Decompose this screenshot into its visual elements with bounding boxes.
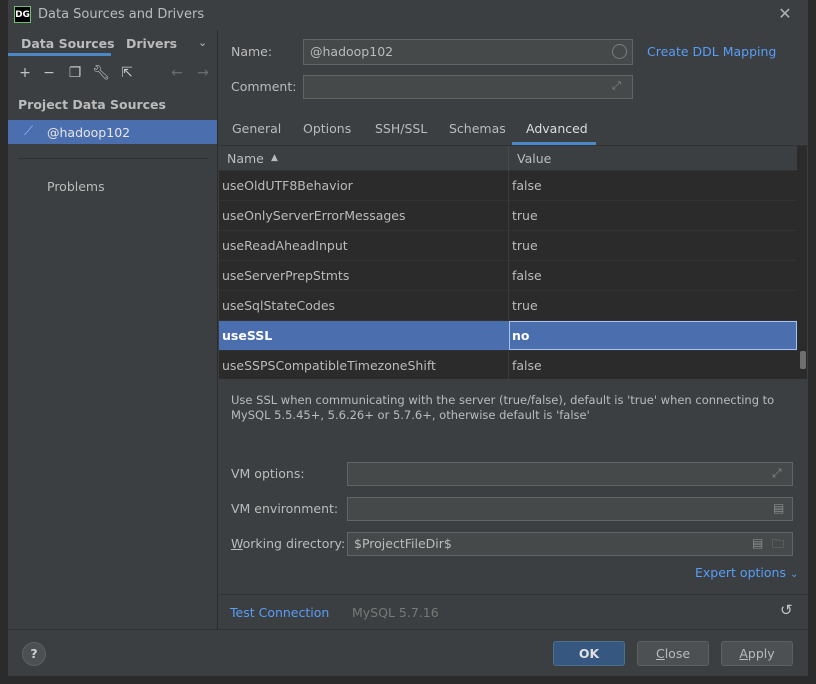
property-value[interactable]: false xyxy=(512,178,542,193)
tab-advanced[interactable]: Advanced xyxy=(526,121,588,136)
document-icon[interactable]: ▤ xyxy=(752,536,763,550)
close-icon[interactable]: ✕ xyxy=(776,5,794,23)
comment-label: Comment: xyxy=(231,79,297,94)
app-icon: DG xyxy=(14,6,31,23)
document-icon[interactable]: ▤ xyxy=(773,501,784,515)
property-name: useOnlyServerErrorMessages xyxy=(222,208,406,223)
table-row[interactable]: useOnlyServerErrorMessages true xyxy=(219,201,797,231)
table-row[interactable]: useServerPrepStmts false xyxy=(219,261,797,291)
add-icon[interactable]: + xyxy=(16,64,34,82)
revert-icon[interactable]: ↺ xyxy=(780,601,793,619)
folder-icon[interactable]: 🗀︎ xyxy=(772,535,784,556)
expand-icon[interactable]: ⤢ xyxy=(612,79,621,93)
chevron-down-icon: ⌄ xyxy=(789,569,799,580)
remove-icon[interactable]: − xyxy=(40,64,58,82)
driver-version: MySQL 5.7.16 xyxy=(352,605,439,620)
chevron-down-icon[interactable]: ⌄ xyxy=(198,36,207,49)
working-directory-input[interactable]: $ProjectFileDir$ xyxy=(347,532,793,556)
forward-arrow-icon[interactable]: → xyxy=(194,64,212,82)
tab-general[interactable]: General xyxy=(232,121,281,136)
vm-environment-label: VM environment: xyxy=(231,501,339,516)
background-edge xyxy=(0,0,8,684)
property-value[interactable]: false xyxy=(512,358,542,373)
table-row[interactable]: useSqlStateCodes true xyxy=(219,291,797,321)
mysql-icon: ⟋ xyxy=(24,124,34,139)
help-button[interactable]: ? xyxy=(22,642,46,666)
property-value[interactable]: false xyxy=(512,268,542,283)
vm-options-input[interactable] xyxy=(347,462,793,486)
wrench-icon[interactable]: 🔧︎ xyxy=(92,64,110,82)
export-icon[interactable]: ⇱ xyxy=(118,64,136,82)
title-bar: DG Data Sources and Drivers ✕ xyxy=(0,0,816,30)
tab-ssh-ssl[interactable]: SSH/SSL xyxy=(375,121,427,136)
working-directory-label: Working directory: xyxy=(231,536,346,551)
tab-options[interactable]: Options xyxy=(303,121,351,136)
expert-options-link[interactable]: Expert options ⌄ xyxy=(695,565,798,580)
close-button[interactable]: Close xyxy=(637,641,709,666)
scrollbar-thumb[interactable] xyxy=(800,351,806,369)
property-name: useServerPrepStmts xyxy=(222,268,350,283)
background-edge xyxy=(0,676,816,684)
test-connection-link[interactable]: Test Connection xyxy=(230,605,329,620)
vm-environment-input[interactable] xyxy=(347,497,793,521)
name-input[interactable]: @hadoop102 xyxy=(303,39,633,65)
create-ddl-mapping-link[interactable]: Create DDL Mapping xyxy=(647,44,776,59)
vm-options-label: VM options: xyxy=(231,466,305,481)
table-row[interactable]: useSSPSCompatibleTimezoneShift false xyxy=(219,351,797,379)
apply-button[interactable]: Apply xyxy=(721,641,793,666)
table-row[interactable]: useReadAheadInput true xyxy=(219,231,797,261)
column-header-value[interactable]: Value xyxy=(517,151,551,166)
property-description: Use SSL when communicating with the serv… xyxy=(231,393,775,422)
property-name: useSSL xyxy=(222,328,273,343)
table-header: Name ▲ Value xyxy=(219,146,797,171)
comment-input[interactable] xyxy=(303,75,633,99)
tab-underline xyxy=(8,53,111,56)
section-title: Project Data Sources xyxy=(18,97,166,112)
property-value[interactable]: true xyxy=(512,298,538,313)
data-source-label: @hadoop102 xyxy=(47,125,131,140)
properties-table: Name ▲ Value useOldUTF8Behavior false us… xyxy=(219,146,807,379)
table-row-selected[interactable]: useSSL no xyxy=(219,321,797,351)
property-value[interactable]: true xyxy=(512,208,538,223)
problems-item[interactable]: Problems xyxy=(47,179,105,194)
property-value[interactable]: true xyxy=(512,238,538,253)
tab-schemas[interactable]: Schemas xyxy=(449,121,506,136)
divider xyxy=(8,629,808,630)
table-row[interactable]: useOldUTF8Behavior false xyxy=(219,171,797,201)
window-title: Data Sources and Drivers xyxy=(38,7,205,22)
divider xyxy=(219,594,808,595)
background-edge xyxy=(808,0,816,684)
copy-icon[interactable]: ❐ xyxy=(66,64,84,82)
tab-drivers[interactable]: Drivers xyxy=(126,36,177,51)
divider xyxy=(18,158,208,159)
scrollbar[interactable] xyxy=(798,171,807,379)
property-value-editor[interactable]: no xyxy=(512,328,530,343)
column-divider xyxy=(508,146,509,171)
property-name: useSSPSCompatibleTimezoneShift xyxy=(222,358,436,373)
color-circle-icon[interactable] xyxy=(612,44,627,59)
back-arrow-icon[interactable]: ← xyxy=(168,64,186,82)
property-name: useSqlStateCodes xyxy=(222,298,336,313)
expand-icon[interactable]: ⤢ xyxy=(772,466,782,481)
sort-ascending-icon: ▲ xyxy=(271,153,278,163)
column-header-name[interactable]: Name xyxy=(227,151,264,166)
property-name: useOldUTF8Behavior xyxy=(222,178,353,193)
tab-data-sources[interactable]: Data Sources xyxy=(21,36,115,51)
property-name: useReadAheadInput xyxy=(222,238,348,253)
ok-button[interactable]: OK xyxy=(553,641,625,666)
name-label: Name: xyxy=(231,44,273,59)
